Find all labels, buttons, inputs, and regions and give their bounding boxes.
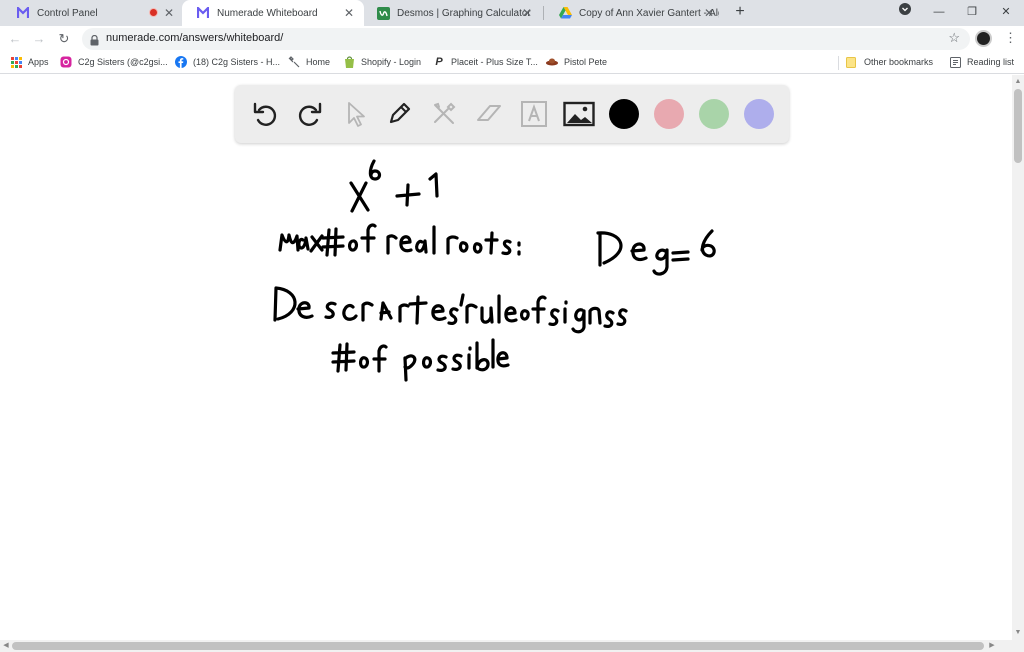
tab-title: Control Panel — [37, 7, 98, 19]
tab-google-drive-doc[interactable]: Copy of Ann Xavier Gantert - Alg ✕ — [544, 0, 724, 26]
scroll-down-arrow-icon[interactable]: ▼ — [1014, 629, 1022, 637]
bookmark-label: Home — [306, 57, 331, 67]
bookmark-star-icon[interactable]: ☆ — [948, 30, 960, 46]
bookmark-label: C2g Sisters (@c2gsi... — [78, 57, 168, 67]
handwriting-line-3 — [273, 286, 628, 334]
recording-indicator-icon — [149, 8, 158, 17]
handwriting-line-4 — [331, 338, 510, 382]
bookmarks-bar: Apps C2g Sisters (@c2gsi... (18) C2g Sis… — [0, 52, 1024, 74]
restore-button[interactable]: ❐ — [956, 0, 988, 26]
handwriting-line-1 — [349, 159, 439, 213]
bookmark-apps[interactable]: Apps — [10, 56, 49, 68]
home-tools-icon — [288, 56, 300, 68]
numerade-logo-icon — [196, 6, 210, 20]
tab-search-button[interactable] — [889, 0, 921, 26]
horizontal-scrollbar[interactable]: ◀ ▶ — [0, 640, 1024, 652]
lock-icon — [90, 33, 99, 46]
close-tab-icon[interactable]: ✕ — [520, 6, 534, 20]
browser-toolbar: ← → ↻ numerade.com/answers/whiteboard/ ☆ — [0, 26, 1024, 52]
handwriting-line-2 — [278, 223, 716, 276]
bookmarks-separator — [838, 56, 839, 70]
tab-strip: Control Panel ✕ Numerade Whiteboard ✕ De… — [0, 0, 1024, 26]
tab-control-panel[interactable]: Control Panel ✕ — [2, 0, 184, 26]
back-button[interactable]: ← — [6, 30, 24, 48]
address-bar[interactable]: numerade.com/answers/whiteboard/ ☆ — [82, 28, 970, 50]
desmos-icon — [376, 6, 390, 20]
tab-title: Numerade Whiteboard — [217, 7, 318, 19]
apps-grid-icon — [10, 56, 22, 68]
bookmark-label: Pistol Pete — [564, 57, 608, 67]
bookmark-label: Reading list — [967, 57, 1015, 67]
whiteboard-page[interactable] — [0, 75, 1012, 640]
bookmark-label: Placeit - Plus Size T... — [451, 57, 538, 67]
bookmark-placeit[interactable]: P Placeit - Plus Size T... — [433, 56, 538, 68]
facebook-icon — [175, 56, 187, 68]
instagram-icon — [60, 56, 72, 68]
tab-title: Copy of Ann Xavier Gantert - Alg — [579, 7, 719, 19]
close-tab-icon[interactable]: ✕ — [162, 6, 176, 20]
bookmark-instagram[interactable]: C2g Sisters (@c2gsi... — [60, 56, 168, 68]
close-tab-icon[interactable]: ✕ — [702, 6, 716, 20]
numerade-logo-icon — [16, 6, 30, 20]
scroll-right-arrow-icon[interactable]: ▶ — [988, 642, 996, 650]
google-drive-icon — [558, 6, 572, 20]
bookmark-label: Apps — [28, 57, 49, 67]
bookmark-home[interactable]: Home — [288, 56, 330, 68]
vertical-scroll-thumb[interactable] — [1014, 89, 1022, 163]
vertical-scrollbar[interactable]: ▲ ▼ — [1012, 75, 1024, 640]
forward-button[interactable]: → — [30, 30, 48, 48]
bookmark-other-bookmarks[interactable]: Other bookmarks — [846, 56, 933, 68]
bookmark-shopify[interactable]: Shopify - Login — [343, 56, 421, 68]
whiteboard-canvas[interactable] — [0, 75, 1012, 640]
url-text: numerade.com/answers/whiteboard/ — [106, 32, 284, 44]
reading-list-button[interactable]: Reading list — [949, 56, 1014, 68]
new-tab-button[interactable]: + — [730, 2, 750, 22]
bookmark-label: Shopify - Login — [361, 57, 422, 67]
horizontal-scroll-thumb[interactable] — [12, 642, 984, 650]
shopify-icon — [343, 56, 355, 68]
tab-desmos[interactable]: Desmos | Graphing Calculator ✕ — [362, 0, 542, 26]
bookmark-pistol-pete[interactable]: Pistol Pete — [546, 56, 607, 68]
scroll-up-arrow-icon[interactable]: ▲ — [1014, 78, 1022, 86]
bookmark-label: Other bookmarks — [864, 57, 934, 67]
profile-avatar[interactable] — [975, 30, 992, 47]
pistol-pete-icon — [546, 56, 558, 68]
close-window-button[interactable]: ✕ — [990, 0, 1022, 26]
reload-button[interactable]: ↻ — [55, 30, 73, 48]
tab-title: Desmos | Graphing Calculator — [397, 7, 531, 19]
bookmark-label: (18) C2g Sisters - H... — [193, 57, 281, 67]
placeit-icon: P — [435, 56, 443, 68]
folder-icon — [846, 56, 858, 68]
close-tab-icon[interactable]: ✕ — [342, 6, 356, 20]
reading-list-icon — [949, 56, 961, 68]
scroll-left-arrow-icon[interactable]: ◀ — [2, 642, 10, 650]
browser-menu-icon[interactable]: ⋮ — [1004, 28, 1017, 48]
tab-numerade-whiteboard[interactable]: Numerade Whiteboard ✕ — [182, 0, 364, 26]
bookmark-facebook[interactable]: (18) C2g Sisters - H... — [175, 56, 280, 68]
minimize-button[interactable]: — — [923, 0, 955, 26]
